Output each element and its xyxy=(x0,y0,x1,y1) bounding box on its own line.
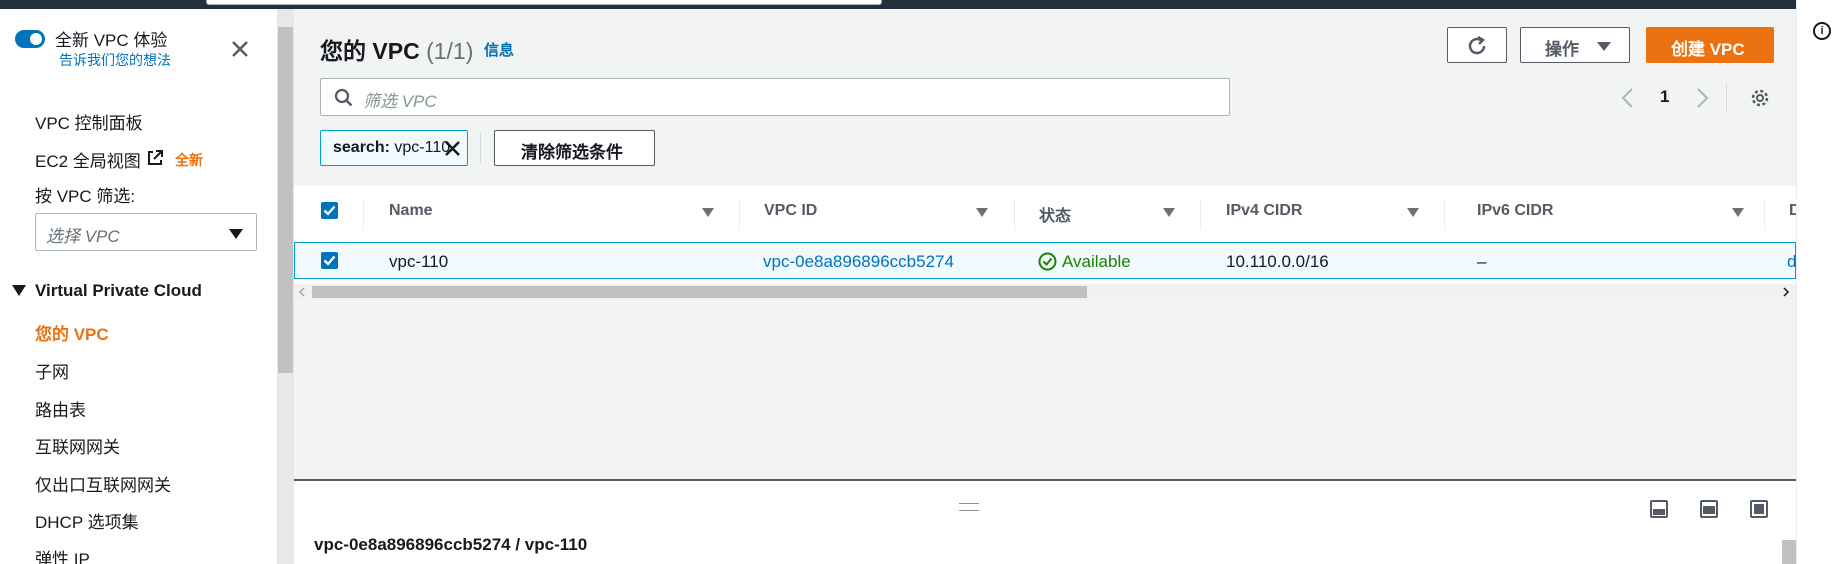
resource-count: (1/1) xyxy=(426,38,474,64)
new-badge: 全新 xyxy=(175,152,203,168)
nav-egress-only-igw[interactable]: 仅出口互联网网关 xyxy=(35,471,171,496)
caret-down-icon xyxy=(1597,42,1611,51)
panel-side-icon[interactable] xyxy=(1700,500,1718,518)
current-page[interactable]: 1 xyxy=(1660,87,1669,107)
cell-ipv6-cidr: – xyxy=(1477,252,1487,271)
settings-gear-icon[interactable] xyxy=(1750,88,1770,108)
cell-name: vpc-110 xyxy=(389,252,449,271)
actions-button[interactable]: 操作 xyxy=(1520,27,1630,63)
column-separator xyxy=(739,200,740,230)
table-horizontal-scrollbar[interactable] xyxy=(294,284,1796,300)
table-row[interactable]: vpc-110 vpc-0e8a896896ccb5274 Available … xyxy=(294,242,1796,279)
select-all-checkbox[interactable] xyxy=(321,202,338,219)
vpc-table: Name VPC ID 状态 IPv4 CIDR IPv6 CIDR D vpc… xyxy=(294,186,1801,284)
details-title: vpc-0e8a896896ccb5274 / vpc-110 xyxy=(314,535,588,554)
feedback-link[interactable]: 告诉我们您的想法 xyxy=(59,50,171,70)
search-icon xyxy=(334,88,353,107)
new-vpc-experience-toggle[interactable] xyxy=(15,30,45,48)
refresh-button[interactable] xyxy=(1447,27,1507,63)
cell-ipv4-cidr: 10.110.0.0/16 xyxy=(1226,252,1329,271)
create-vpc-label: 创建 VPC xyxy=(1671,40,1745,59)
filter-placeholder: 筛选 VPC xyxy=(363,92,437,111)
column-separator xyxy=(363,200,364,230)
actions-label: 操作 xyxy=(1545,40,1579,59)
nav-ec2-global-view[interactable]: EC2 全局视图 xyxy=(35,147,141,172)
nav-scrollbar-thumb[interactable] xyxy=(278,27,293,373)
refresh-icon xyxy=(1468,35,1486,55)
details-split-panel: vpc-0e8a896896ccb5274 / vpc-110 xyxy=(294,479,1796,564)
column-header-name[interactable]: Name xyxy=(389,202,433,220)
nav-route-tables[interactable]: 路由表 xyxy=(35,396,86,421)
nav-internet-gateways[interactable]: 互联网网关 xyxy=(35,433,120,458)
column-separator xyxy=(1014,200,1015,230)
column-separator xyxy=(1444,200,1445,230)
resize-handle-icon[interactable] xyxy=(959,503,979,511)
browser-top-strip xyxy=(0,0,1844,9)
nav-dhcp-option-sets[interactable]: DHCP 选项集 xyxy=(35,508,139,533)
divider xyxy=(480,133,481,163)
sort-icon[interactable] xyxy=(1407,208,1419,217)
column-header-ipv6-cidr[interactable]: IPv6 CIDR xyxy=(1477,202,1553,220)
nav-elastic-ip[interactable]: 弹性 IP xyxy=(35,545,90,564)
row-checkbox[interactable] xyxy=(321,252,338,269)
filter-token: search: vpc-110 xyxy=(320,130,468,166)
scroll-left-icon[interactable] xyxy=(298,287,306,297)
left-navigation: 全新 VPC 体验 告诉我们您的想法 VPC 控制面板 EC2 全局视图 全新 … xyxy=(0,9,277,564)
clear-filters-button[interactable]: 清除筛选条件 xyxy=(494,130,655,166)
nav-subnets[interactable]: 子网 xyxy=(35,358,69,383)
divider xyxy=(1726,83,1727,113)
external-link-icon xyxy=(148,150,163,165)
column-header-state[interactable]: 状态 xyxy=(1039,202,1071,226)
filter-by-vpc-label: 按 VPC 筛选: xyxy=(35,187,136,206)
cell-vpc-id-link[interactable]: vpc-0e8a896896ccb5274 xyxy=(763,252,954,272)
cell-status: Available xyxy=(1062,252,1131,271)
caret-down-icon[interactable] xyxy=(12,285,26,297)
page-scrollbar-thumb[interactable] xyxy=(1782,540,1796,564)
close-icon[interactable] xyxy=(231,40,249,58)
nav-your-vpcs[interactable]: 您的 VPC xyxy=(35,320,109,345)
chevron-down-icon xyxy=(229,229,243,239)
status-available-icon xyxy=(1038,252,1057,271)
info-link[interactable]: 信息 xyxy=(484,39,514,60)
previous-page-icon[interactable] xyxy=(1620,88,1634,108)
create-vpc-button[interactable]: 创建 VPC xyxy=(1646,27,1774,63)
page-title: 您的 VPC (1/1) xyxy=(320,32,473,66)
clear-filters-label: 清除筛选条件 xyxy=(521,143,623,162)
remove-token-icon[interactable] xyxy=(444,140,461,157)
page-title-text: 您的 VPC xyxy=(320,38,420,64)
sort-icon[interactable] xyxy=(1163,208,1175,217)
right-tools-rail: i xyxy=(1796,0,1844,564)
panel-bottom-icon[interactable] xyxy=(1650,500,1668,518)
info-icon[interactable]: i xyxy=(1813,22,1831,40)
nav-scrollbar[interactable] xyxy=(277,9,294,564)
sort-icon[interactable] xyxy=(976,208,988,217)
check-icon xyxy=(323,255,336,266)
filter-token-key: search: xyxy=(333,139,390,156)
panel-full-icon[interactable] xyxy=(1750,500,1768,518)
column-header-ipv4-cidr[interactable]: IPv4 CIDR xyxy=(1226,202,1302,220)
section-virtual-private-cloud[interactable]: Virtual Private Cloud xyxy=(35,281,202,301)
toggle-label: 全新 VPC 体验 xyxy=(55,31,168,50)
column-separator xyxy=(1200,200,1201,230)
sort-icon[interactable] xyxy=(1732,208,1744,217)
scroll-right-icon[interactable] xyxy=(1782,287,1790,297)
table-scrollbar-thumb[interactable] xyxy=(312,286,1087,298)
filter-input[interactable]: 筛选 VPC xyxy=(320,78,1230,116)
nav-vpc-dashboard[interactable]: VPC 控制面板 xyxy=(35,109,143,134)
vpc-filter-placeholder: 选择 VPC xyxy=(46,227,120,246)
sort-icon[interactable] xyxy=(702,208,714,217)
column-header-vpc-id[interactable]: VPC ID xyxy=(764,202,817,220)
column-separator xyxy=(1764,200,1765,230)
address-bar[interactable] xyxy=(206,0,882,5)
vpc-filter-select[interactable]: 选择 VPC xyxy=(35,213,257,251)
filter-token-label: search: vpc-110 xyxy=(333,139,450,157)
check-icon xyxy=(323,205,336,216)
next-page-icon[interactable] xyxy=(1696,88,1710,108)
filter-token-value: vpc-110 xyxy=(394,139,451,156)
